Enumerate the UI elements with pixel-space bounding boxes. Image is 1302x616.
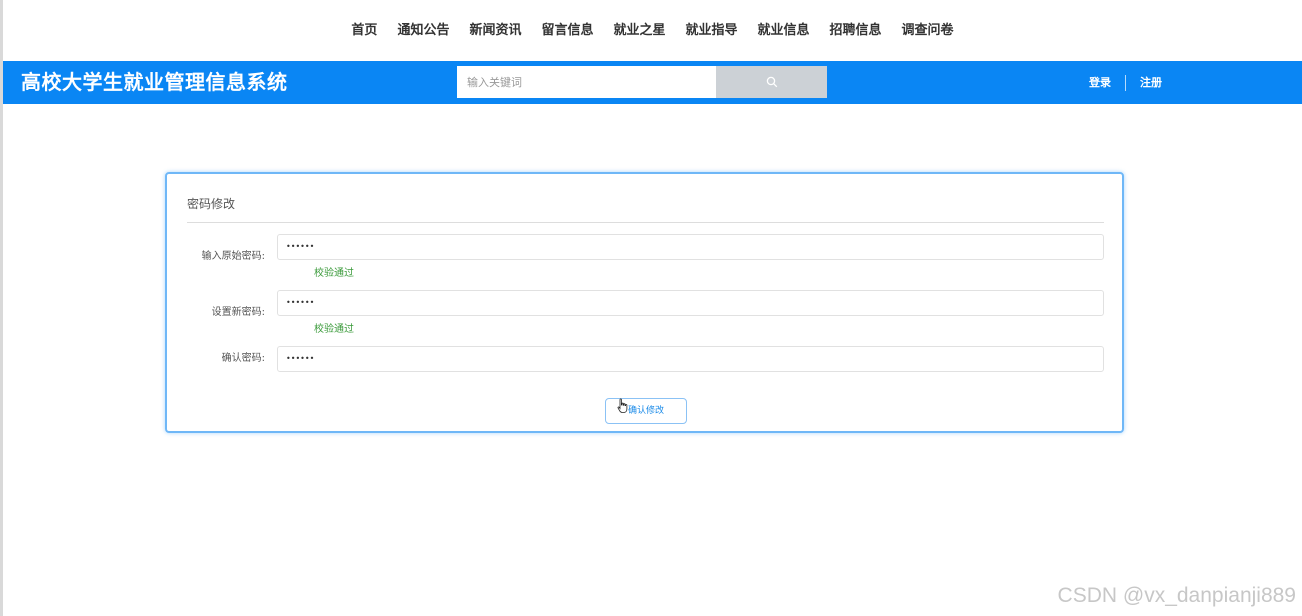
nav-survey[interactable]: 调查问卷 — [902, 18, 954, 44]
divider — [1125, 74, 1126, 91]
confirm-password-label: 确认密码: — [221, 353, 265, 364]
site-title: 高校大学生就业管理信息系统 — [21, 70, 288, 94]
watermark: CSDN @vx_danpianji889 — [1057, 584, 1296, 607]
old-password-label: 输入原始密码: — [201, 251, 265, 262]
divider — [187, 222, 1104, 223]
search-button[interactable] — [716, 66, 827, 98]
old-password-status: 校验通过 — [314, 268, 354, 279]
search-icon — [766, 76, 777, 88]
hand-cursor-icon — [617, 398, 628, 413]
auth-links: 登录 注册 — [1089, 61, 1162, 104]
new-password-status: 校验通过 — [314, 324, 354, 335]
old-password-field[interactable]: •••••• — [277, 234, 1104, 260]
new-password-label: 设置新密码: — [211, 307, 265, 318]
nav-employment-guide[interactable]: 就业指导 — [686, 18, 738, 44]
card-title: 密码修改 — [187, 197, 236, 211]
search-bar — [457, 66, 827, 98]
confirm-password-field[interactable]: •••••• — [277, 346, 1104, 372]
nav-employment-info[interactable]: 就业信息 — [758, 18, 810, 44]
nav-messages[interactable]: 留言信息 — [541, 18, 593, 44]
nav-home[interactable]: 首页 — [351, 18, 377, 44]
nav-news[interactable]: 新闻资讯 — [469, 18, 521, 44]
nav-notices[interactable]: 通知公告 — [397, 18, 449, 44]
header-bar: 高校大学生就业管理信息系统 登录 注册 — [3, 61, 1302, 104]
register-link[interactable]: 注册 — [1140, 61, 1162, 104]
top-nav: 首页 通知公告 新闻资讯 留言信息 就业之星 就业指导 就业信息 招聘信息 调查… — [3, 18, 1302, 44]
new-password-field[interactable]: •••••• — [277, 290, 1104, 316]
page: 首页 通知公告 新闻资讯 留言信息 就业之星 就业指导 就业信息 招聘信息 调查… — [0, 0, 1302, 616]
nav-recruitment-info[interactable]: 招聘信息 — [830, 18, 882, 44]
nav-employment-stars[interactable]: 就业之星 — [613, 18, 665, 44]
login-link[interactable]: 登录 — [1089, 61, 1111, 104]
search-input[interactable] — [457, 66, 716, 98]
password-change-card: 密码修改 输入原始密码: •••••• 校验通过 设置新密码: •••••• 校… — [165, 172, 1124, 433]
